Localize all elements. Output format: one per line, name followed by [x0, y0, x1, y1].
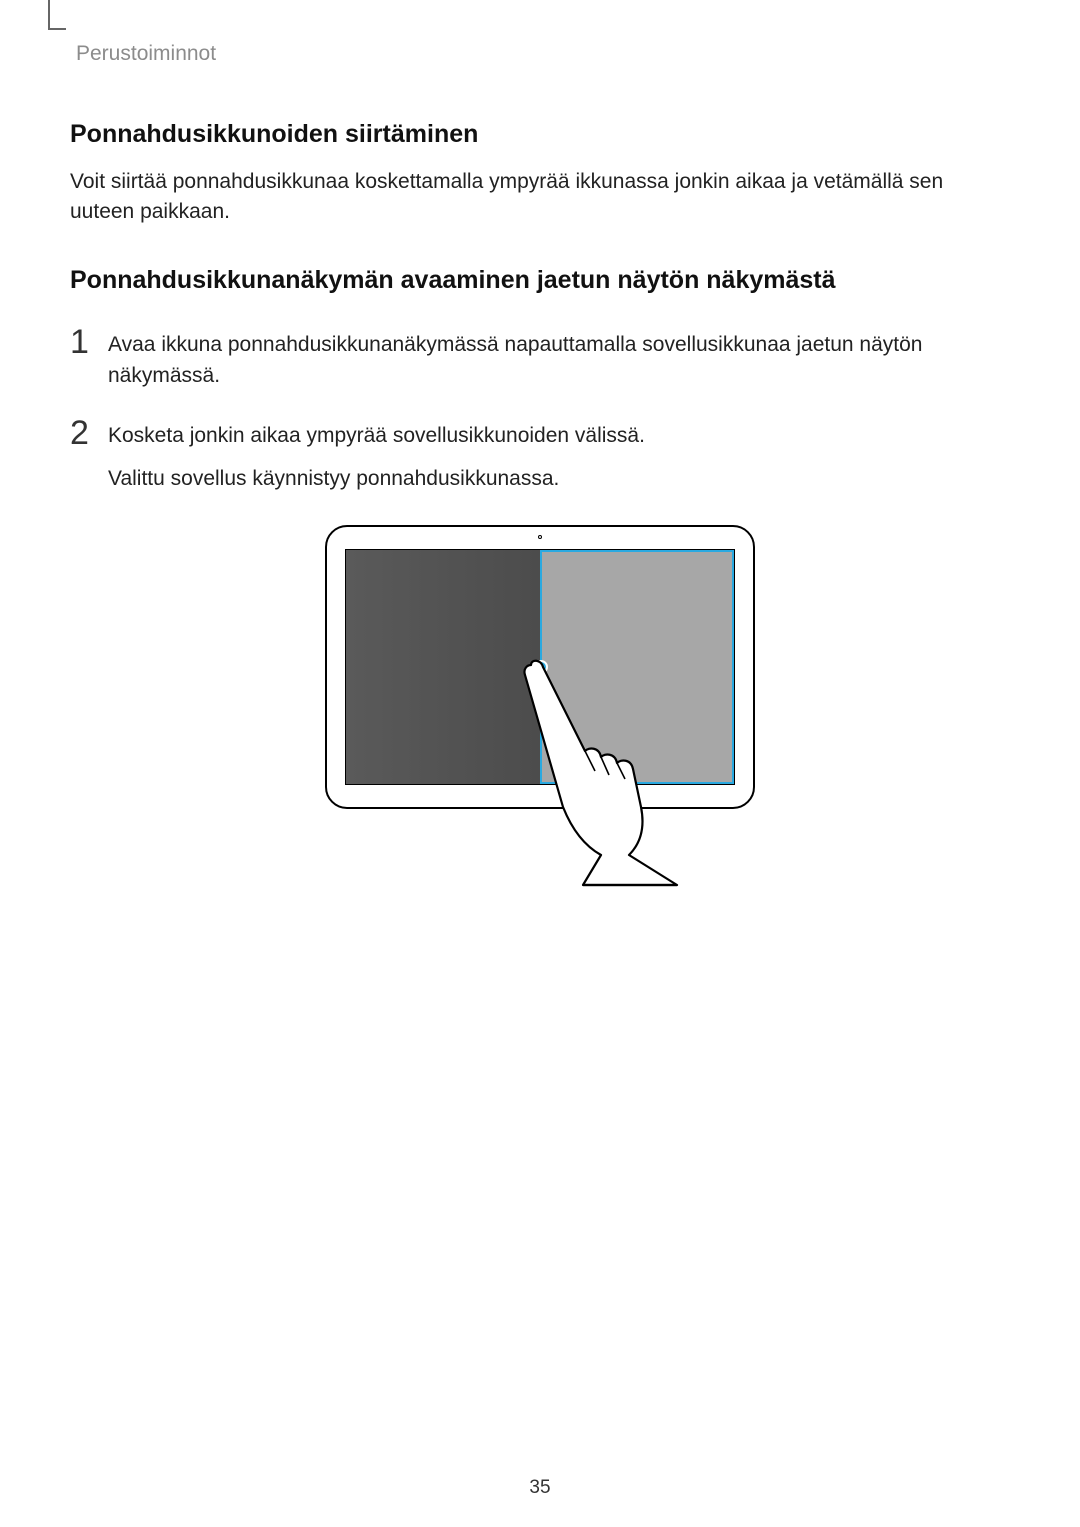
corner-mark-horizontal — [48, 28, 66, 30]
step-item: 1 Avaa ikkuna ponnahdusikkunanäkymässä n… — [70, 329, 1010, 392]
split-pane-left — [346, 550, 540, 784]
page-header-section: Perustoiminnot — [70, 42, 1010, 66]
paragraph-moving-popups: Voit siirtää ponnahdusikkunaa koskettama… — [70, 167, 1010, 228]
tablet-notch-icon — [531, 525, 549, 528]
tablet-illustration — [325, 525, 755, 809]
heading-open-popup-from-split: Ponnahdusikkunanäkymän avaaminen jaetun … — [70, 266, 1010, 295]
step-number: 2 — [70, 416, 108, 450]
tablet-screen — [345, 549, 735, 785]
step-item: 2 Kosketa jonkin aikaa ympyrää sovellusi… — [70, 420, 1010, 495]
corner-mark-vertical — [48, 0, 50, 30]
step-text: Avaa ikkuna ponnahdusikkunanäkymässä nap… — [108, 329, 1010, 392]
step-text-secondary: Valittu sovellus käynnistyy ponnahdusikk… — [108, 463, 645, 495]
step-number: 1 — [70, 325, 108, 359]
page-number: 35 — [0, 1477, 1080, 1499]
tablet-camera-icon — [538, 535, 542, 539]
heading-moving-popups: Ponnahdusikkunoiden siirtäminen — [70, 120, 1010, 149]
tablet-notch-icon — [559, 525, 601, 528]
split-pane-right-selected — [540, 550, 734, 784]
step-text: Kosketa jonkin aikaa ympyrää sovellusikk… — [108, 420, 645, 452]
divider-handle-icon — [534, 660, 548, 674]
